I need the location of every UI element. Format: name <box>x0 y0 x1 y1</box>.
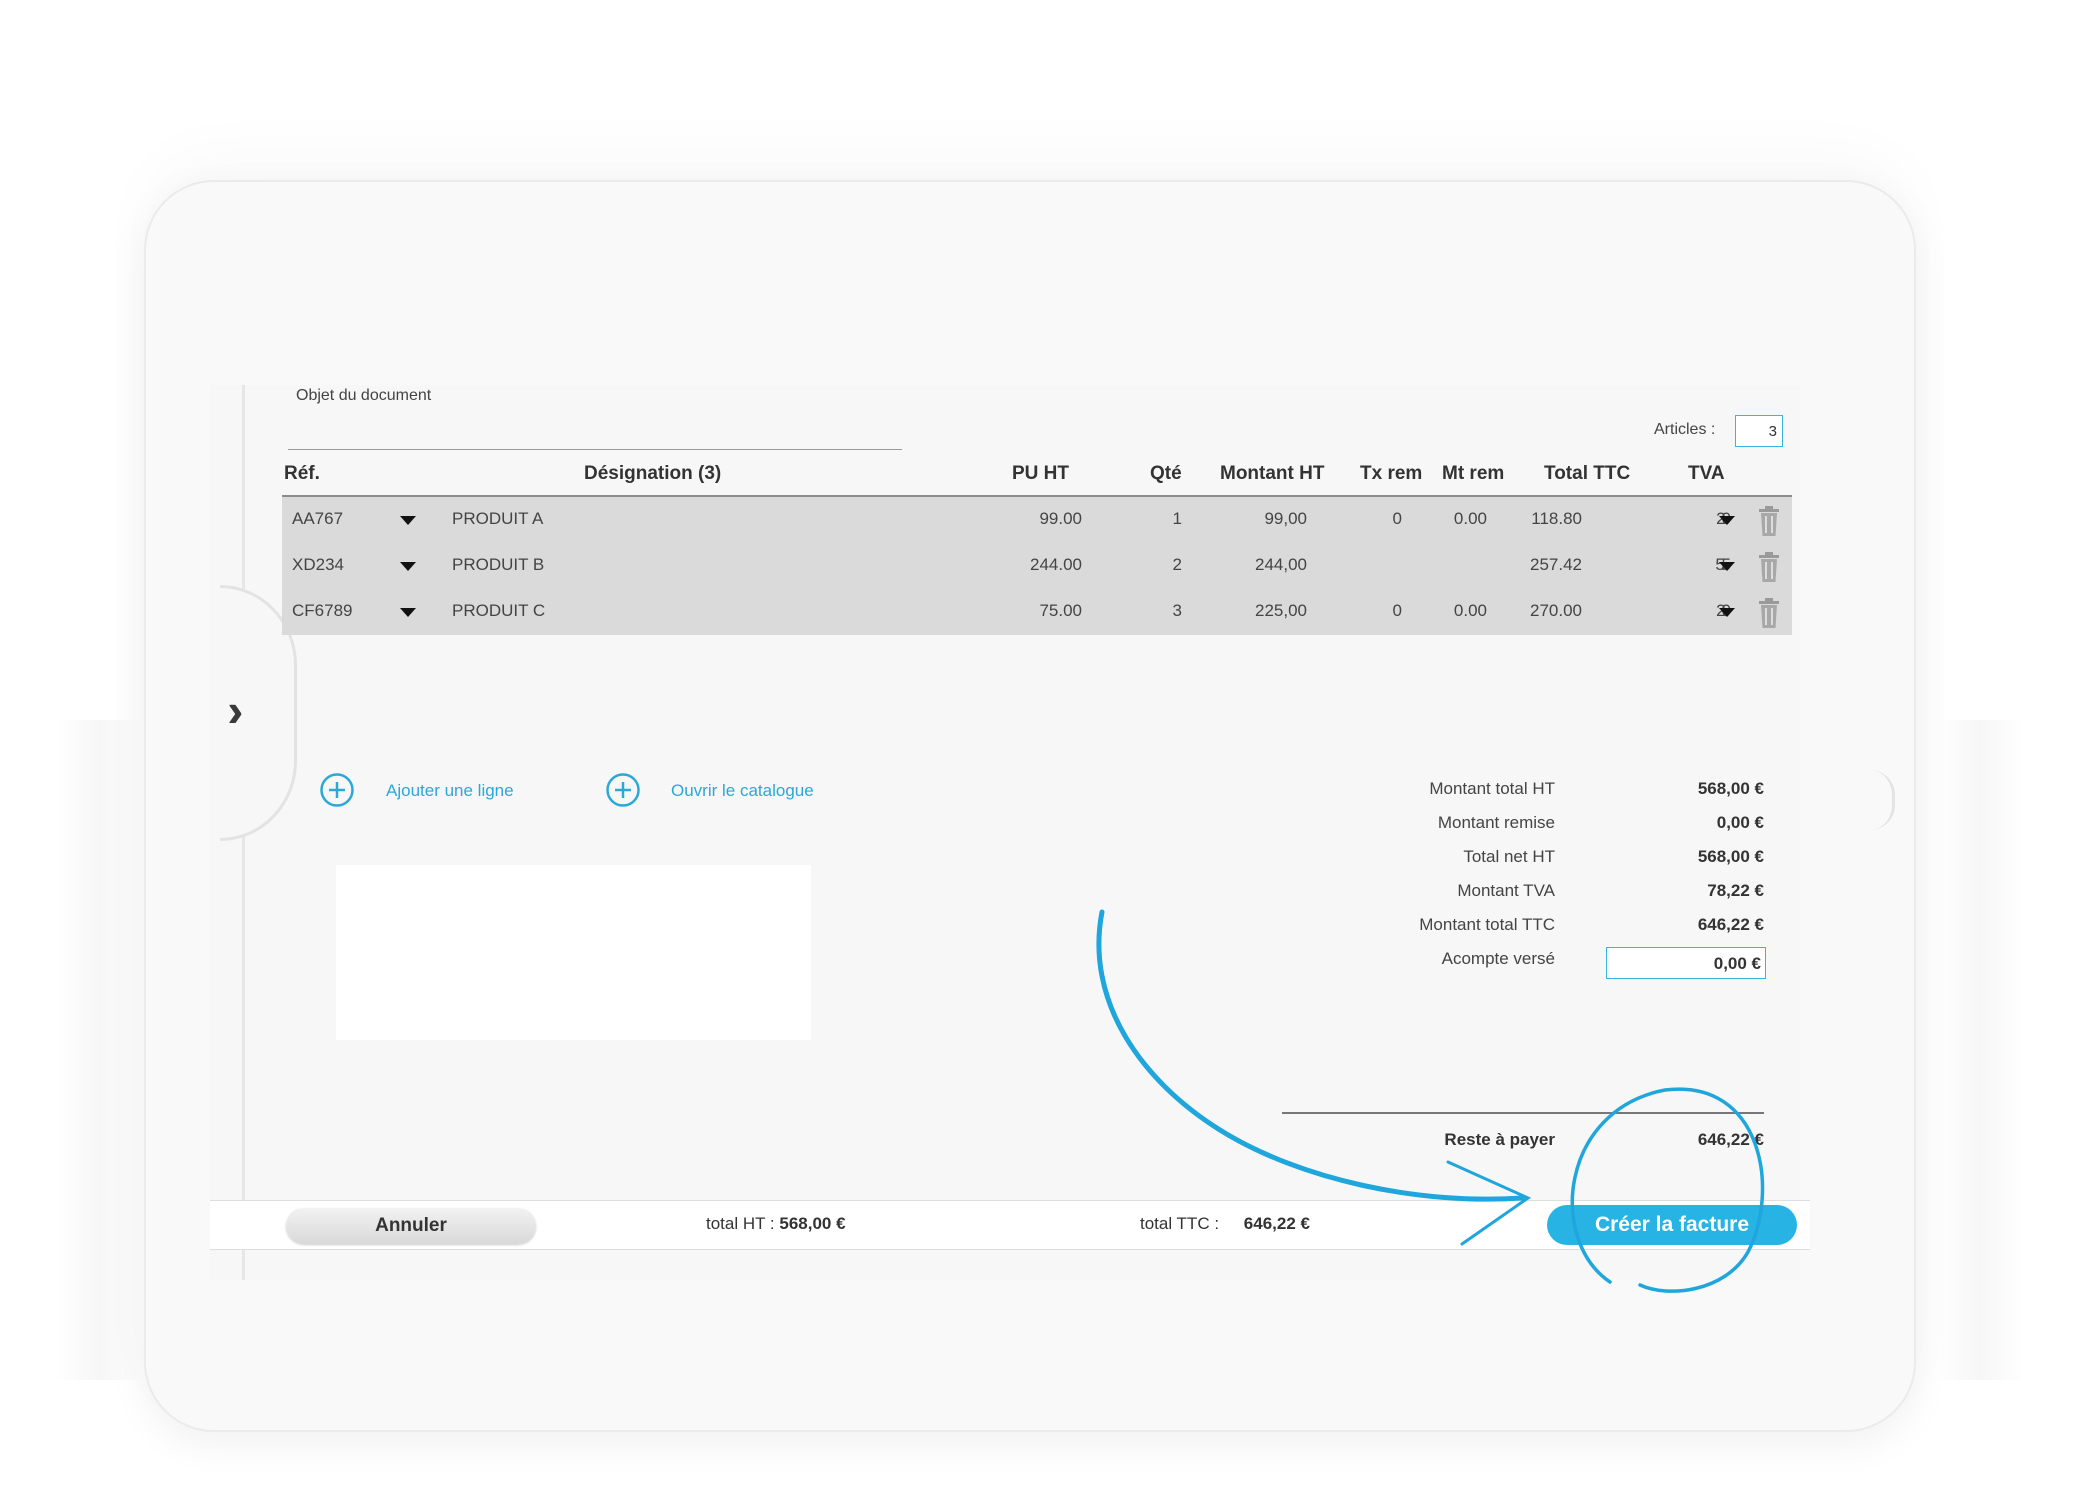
cell-total-ttc: 118.80 <box>1531 509 1582 528</box>
footer-total-ttc-value: 646,22 € <box>1243 1214 1310 1233</box>
cell-qte[interactable]: 2 <box>1122 555 1182 575</box>
articles-label: Articles : <box>1654 421 1716 438</box>
cell-designation[interactable]: PRODUIT C <box>452 601 545 621</box>
header-mt-rem: Mt rem <box>1442 463 1505 484</box>
cell-montant-ht: 225,00 <box>1255 601 1307 620</box>
cell-mt-rem[interactable]: 0.00 <box>1402 509 1487 529</box>
document-object-input[interactable] <box>288 449 902 450</box>
montant-total-ht-label: Montant total HT <box>1429 779 1555 798</box>
table-row[interactable]: AA767 PRODUIT A 99.00 1 99,00 0 0.00 118… <box>282 497 1792 543</box>
cell-mt-rem[interactable]: 0.00 <box>1402 601 1487 621</box>
footer-total-ttc-label: total TTC : <box>1140 1214 1220 1233</box>
add-line-link[interactable]: Ajouter une ligne <box>386 781 514 801</box>
footer-bar: Annuler total HT : 568,00 € total TTC : … <box>210 1200 1810 1250</box>
table-row[interactable]: XD234 PRODUIT B 244.00 2 244,00 257.42 5… <box>282 543 1792 589</box>
totals-divider <box>1282 1112 1764 1114</box>
montant-tva-label: Montant TVA <box>1457 881 1555 900</box>
footer-total-ht-value: 568,00 € <box>779 1214 846 1233</box>
table-row[interactable]: CF6789 PRODUIT C 75.00 3 225,00 0 0.00 2… <box>282 589 1792 635</box>
cell-qte[interactable]: 3 <box>1122 601 1182 621</box>
cell-total-ttc: 270.00 <box>1530 601 1582 620</box>
backdrop-shadow-left <box>55 720 145 1380</box>
footer-total-ht: total HT : 568,00 € <box>706 1214 846 1234</box>
reste-label: Reste à payer <box>1444 1130 1555 1149</box>
caret-down-icon[interactable] <box>400 562 416 571</box>
cell-montant-ht: 99,00 <box>1264 509 1307 528</box>
montant-tva-value: 78,22 € <box>1707 881 1764 900</box>
notes-area[interactable] <box>336 865 811 1040</box>
header-qte: Qté <box>1150 463 1182 484</box>
acompte-value: 0,00 € <box>1713 954 1761 973</box>
cell-pu-ht[interactable]: 99.00 <box>962 509 1082 529</box>
montant-total-ttc-label: Montant total TTC <box>1419 915 1555 934</box>
invoice-screen: ›› Objet du document Articles : 3 Réf. D… <box>210 385 1810 1280</box>
header-total-ttc: Total TTC <box>1544 463 1631 484</box>
cell-qte[interactable]: 1 <box>1122 509 1182 529</box>
articles-count-field[interactable]: 3 <box>1735 415 1783 447</box>
open-catalog-link[interactable]: Ouvrir le catalogue <box>671 781 814 801</box>
cell-ref[interactable]: XD234 <box>292 555 344 575</box>
montant-total-ht-value: 568,00 € <box>1697 779 1764 798</box>
cell-ref[interactable]: CF6789 <box>292 601 352 621</box>
document-object-label: Objet du document <box>296 387 432 404</box>
acompte-input[interactable]: 0,00 € <box>1606 947 1766 979</box>
header-designation: Désignation (3) <box>584 463 722 484</box>
total-net-ht-value: 568,00 € <box>1697 847 1764 866</box>
reste-value: 646,22 € <box>1697 1130 1764 1149</box>
header-tx-rem: Tx rem <box>1360 463 1423 484</box>
footer-total-ttc: total TTC : 646,22 € <box>1140 1214 1310 1234</box>
caret-down-icon[interactable] <box>1719 562 1735 571</box>
trash-icon[interactable] <box>1757 597 1781 629</box>
line-items-table: AA767 PRODUIT A 99.00 1 99,00 0 0.00 118… <box>282 497 1792 635</box>
header-tva: TVA <box>1688 463 1725 484</box>
caret-down-icon[interactable] <box>400 516 416 525</box>
total-net-ht-label: Total net HT <box>1463 847 1555 866</box>
header-montant-ht: Montant HT <box>1220 463 1325 484</box>
montant-total-ttc-value: 646,22 € <box>1697 915 1764 934</box>
trash-icon[interactable] <box>1757 505 1781 537</box>
cancel-button[interactable]: Annuler <box>286 1208 536 1244</box>
cell-ref[interactable]: AA767 <box>292 509 343 529</box>
montant-remise-value: 0,00 € <box>1716 813 1764 832</box>
plus-circle-icon[interactable] <box>606 773 640 807</box>
cell-total-ttc: 257.42 <box>1530 555 1582 574</box>
header-ref: Réf. <box>284 463 320 484</box>
caret-down-icon[interactable] <box>400 608 416 617</box>
cell-montant-ht: 244,00 <box>1255 555 1307 574</box>
acompte-label: Acompte versé <box>1441 949 1555 968</box>
backdrop-shadow-right <box>1935 720 2025 1380</box>
plus-circle-icon[interactable] <box>320 773 354 807</box>
create-invoice-button[interactable]: Créer la facture <box>1547 1205 1797 1245</box>
header-pu-ht: PU HT <box>1012 463 1069 484</box>
cell-designation[interactable]: PRODUIT A <box>452 509 543 529</box>
cell-tx-rem[interactable]: 0 <box>1332 601 1402 621</box>
montant-remise-label: Montant remise <box>1437 813 1555 832</box>
cell-pu-ht[interactable]: 75.00 <box>962 601 1082 621</box>
caret-down-icon[interactable] <box>1719 516 1735 525</box>
caret-down-icon[interactable] <box>1719 608 1735 617</box>
cell-tx-rem[interactable]: 0 <box>1332 509 1402 529</box>
trash-icon[interactable] <box>1757 551 1781 583</box>
cell-designation[interactable]: PRODUIT B <box>452 555 544 575</box>
footer-total-ht-label: total HT : <box>706 1214 775 1233</box>
cell-pu-ht[interactable]: 244.00 <box>962 555 1082 575</box>
